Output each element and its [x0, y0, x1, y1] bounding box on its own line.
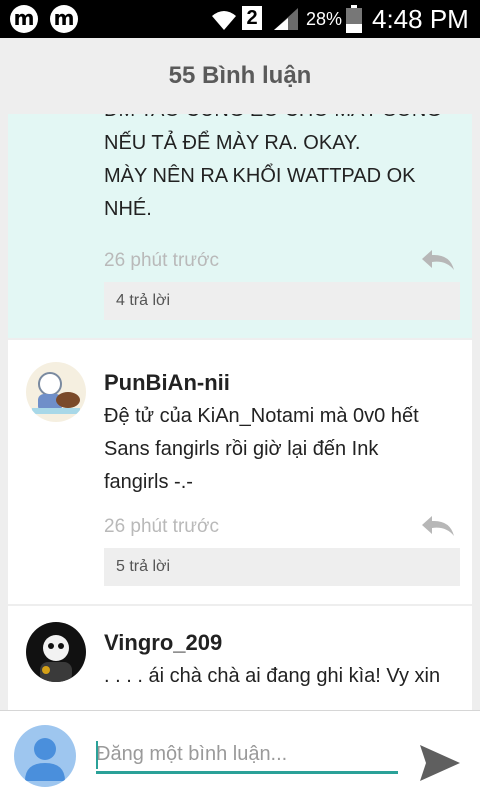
comment-item: Vingro_209 . . . . ái chà chà ai đang gh… — [8, 606, 472, 710]
replies-button[interactable]: 4 trả lời — [104, 282, 460, 320]
comment-text: Đệ tử của KiAn_Notami mà 0v0 hết Sans fa… — [104, 400, 454, 499]
signal-icon — [274, 8, 298, 30]
sim-icon: 2 — [242, 6, 262, 30]
comment-line: NẾU TẢ ĐỂ MÀY RA. OKAY. — [104, 132, 361, 154]
comment-timestamp: 26 phút trước — [104, 516, 219, 537]
user-avatar — [14, 725, 76, 787]
comment-line: . . . . ái chà chà ai đang ghi kìa! Vy x… — [104, 665, 441, 687]
reply-icon[interactable] — [420, 248, 456, 272]
wifi-icon — [212, 11, 236, 30]
comment-item: PunBiAn-nii Đệ tử của KiAn_Notami mà 0v0… — [8, 340, 472, 604]
avatar[interactable] — [26, 362, 86, 422]
battery-icon — [346, 5, 362, 33]
comment-text: . . . . ái chà chà ai đang ghi kìa! Vy x… — [104, 660, 454, 693]
comment-composer — [0, 710, 480, 801]
reply-icon[interactable] — [420, 514, 456, 538]
status-bar: m m 2 28% 4:48 PM — [0, 0, 480, 38]
comment-line: ĐM TAO CŨNG EO CHO MÀY SỐNG — [104, 114, 454, 127]
avatar[interactable] — [26, 622, 86, 682]
battery-percentage: 28% — [306, 9, 343, 29]
send-icon[interactable] — [418, 743, 462, 783]
comment-username[interactable]: PunBiAn-nii — [104, 370, 230, 396]
replies-button[interactable]: 5 trả lời — [104, 548, 460, 586]
app-notification-icon: m — [50, 5, 78, 33]
comment-username[interactable]: Vingro_209 — [104, 630, 222, 656]
comment-timestamp: 26 phút trước — [104, 250, 219, 271]
comment-line: NHÉ. — [104, 198, 152, 220]
comment-line: Sans fangirls rồi giờ lại đến Ink — [104, 438, 379, 460]
comment-text: ĐM TAO CŨNG EO CHO MÀY SỐNG NẾU TẢ ĐỂ MÀ… — [104, 114, 454, 226]
page-title: 55 Bình luận — [0, 38, 480, 114]
clock: 4:48 PM — [372, 4, 469, 34]
comment-line: fangirls -.- — [104, 471, 193, 493]
comment-line: MÀY NÊN RA KHỔI WATTPAD OK — [104, 165, 416, 187]
comment-line: Đệ tử của KiAn_Notami mà 0v0 hết — [104, 405, 419, 427]
comment-input[interactable] — [96, 737, 398, 774]
app-notification-icon: m — [10, 5, 38, 33]
text-cursor — [96, 741, 98, 769]
comment-list[interactable]: ĐM TAO CŨNG EO CHO MÀY SỐNG NẾU TẢ ĐỂ MÀ… — [8, 114, 472, 710]
comment-item: ĐM TAO CŨNG EO CHO MÀY SỐNG NẾU TẢ ĐỂ MÀ… — [8, 114, 472, 338]
